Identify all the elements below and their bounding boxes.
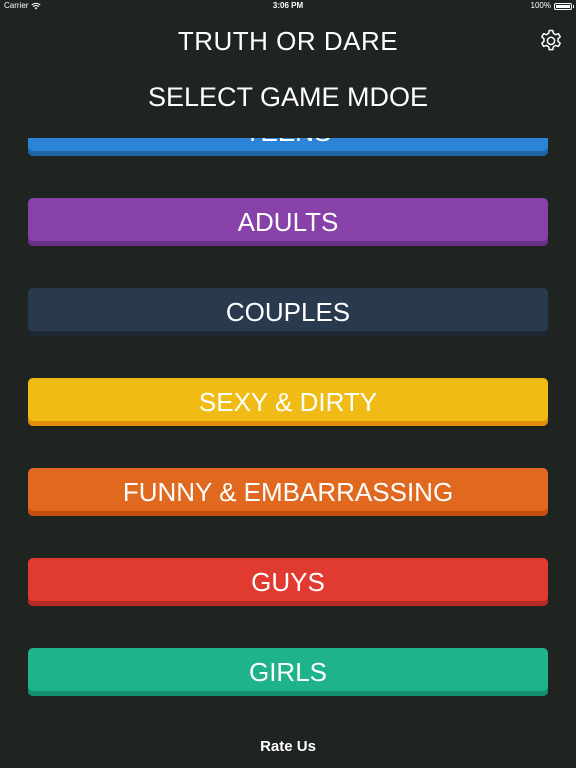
gear-icon [541,29,561,51]
status-time: 3:06 PM [272,1,304,10]
settings-button[interactable] [538,28,564,54]
battery-fill [556,4,570,8]
mode-button-guys[interactable]: GUYS [28,558,548,606]
app-title: TRUTH OR DARE [177,26,399,56]
mode-button-girls[interactable]: GIRLS [28,648,548,696]
rate-us-button[interactable]: Rate Us [0,738,576,755]
app-screen: Carrier 3:06 PM 100% TRUTH OR DARE SELEC… [0,0,576,768]
mode-button-sexy-dirty[interactable]: SEXY & DIRTY [28,378,548,426]
status-right: 100% [530,0,574,12]
mode-button-couples[interactable]: COUPLES [28,288,548,336]
battery-percent: 100% [530,1,551,10]
battery-icon [554,2,574,10]
status-bar: Carrier 3:06 PM 100% [0,0,576,12]
mode-button-funny-embarrassing[interactable]: FUNNY & EMBARRASSING [28,468,548,516]
page-subtitle: SELECT GAME MDOE [147,82,429,112]
game-mode-list[interactable]: TEENS ADULTS COUPLES SEXY & DIRTY FUNNY … [0,138,576,710]
mode-button-adults[interactable]: ADULTS [28,198,548,246]
mode-button-teens[interactable]: TEENS [28,138,548,156]
